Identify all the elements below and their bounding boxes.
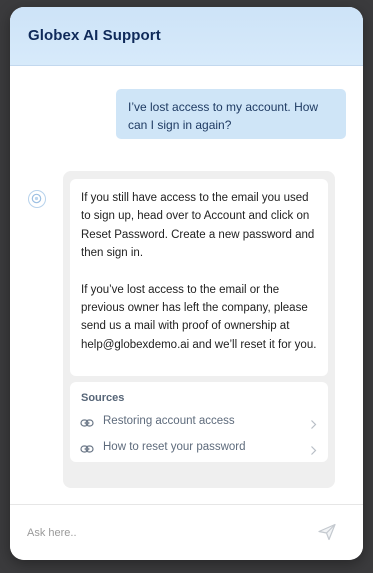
- answer-paragraph: If you’ve lost access to the email or th…: [81, 283, 317, 351]
- chat-window: Globex AI Support I’ve lost access to my…: [10, 7, 363, 560]
- chevron-right-icon: [310, 417, 317, 435]
- header-title: Globex AI Support: [28, 27, 161, 44]
- bot-answer: If you still have access to the email yo…: [70, 179, 328, 376]
- source-link-label: Restoring account access: [103, 415, 235, 427]
- sources-title: Sources: [81, 392, 125, 404]
- source-link-how-to-reset-your-password[interactable]: How to reset your password: [70, 438, 328, 460]
- chevron-right-icon: [310, 443, 317, 461]
- message-list: I’ve lost access to my account. How can …: [10, 66, 363, 504]
- link-icon: [80, 416, 94, 435]
- link-icon: [80, 442, 94, 461]
- user-message-bubble: I’ve lost access to my account. How can …: [116, 89, 346, 139]
- chat-header: Globex AI Support: [10, 7, 363, 66]
- message-composer: [10, 504, 363, 560]
- source-link-restoring-account-access[interactable]: Restoring account access: [70, 412, 328, 434]
- send-icon: [317, 523, 337, 545]
- send-button[interactable]: [316, 522, 338, 544]
- bot-avatar-icon: [28, 190, 46, 208]
- answer-paragraph: If you still have access to the email yo…: [81, 192, 315, 260]
- source-link-label: How to reset your password: [103, 441, 246, 453]
- sources-panel: Sources Restoring account access How to …: [70, 382, 328, 462]
- bot-response-card: If you still have access to the email yo…: [63, 171, 335, 488]
- ask-input[interactable]: [27, 522, 297, 544]
